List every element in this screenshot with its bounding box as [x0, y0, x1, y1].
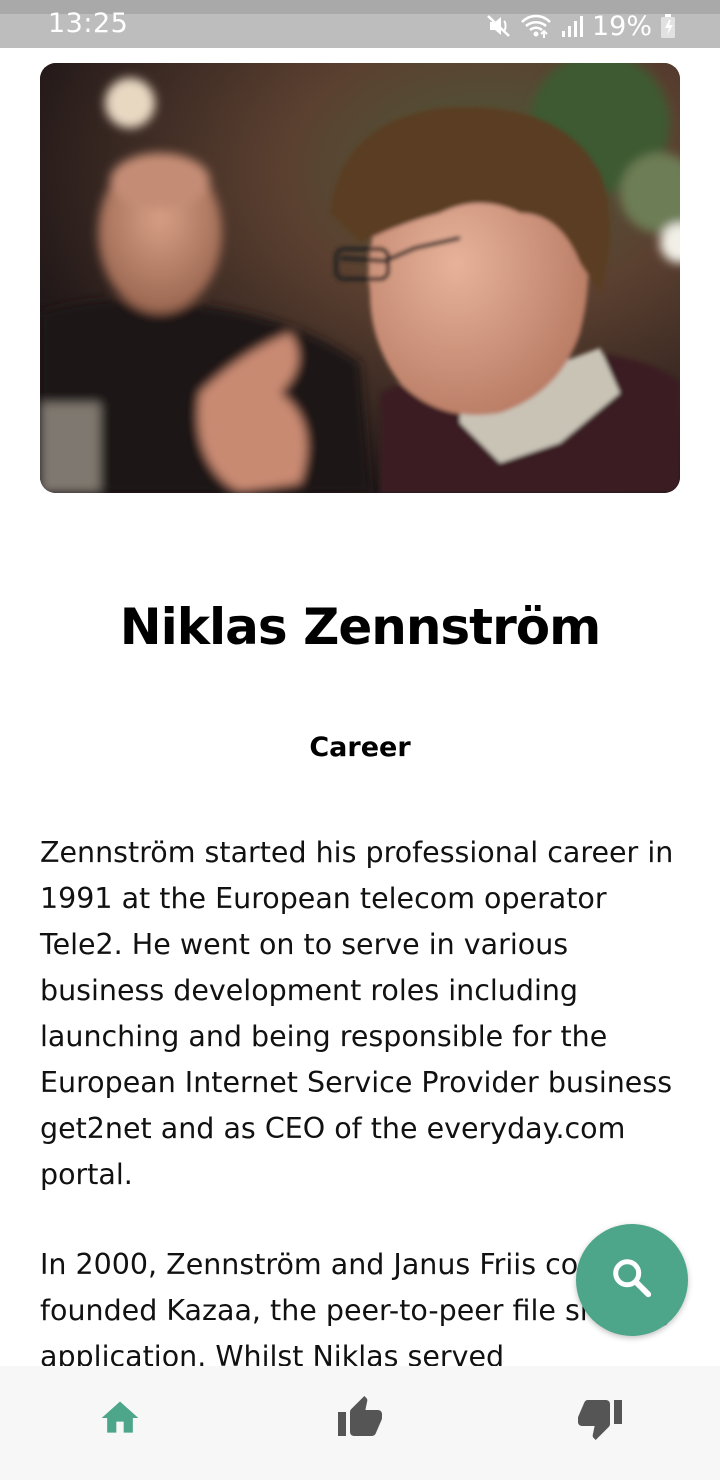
thumbs-up-icon: [336, 1394, 384, 1447]
profile-photo: [40, 63, 680, 493]
search-icon: [609, 1255, 655, 1306]
search-button[interactable]: [576, 1224, 688, 1336]
signal-icon: [560, 13, 584, 39]
bio-paragraph: Zennström started his professional caree…: [40, 836, 674, 1191]
nav-liked[interactable]: [240, 1366, 480, 1480]
status-bar: 13:25 19%: [0, 0, 720, 48]
person-name: Niklas Zennström: [119, 598, 601, 656]
battery-percent: 19%: [591, 10, 652, 42]
status-icons: 19%: [486, 8, 676, 44]
nav-home[interactable]: [0, 1366, 240, 1480]
bio-text: Zennström started his professional caree…: [40, 830, 680, 1424]
section-title: Career: [309, 732, 411, 763]
home-icon: [98, 1396, 142, 1445]
status-time: 13:25: [48, 8, 129, 39]
nav-disliked[interactable]: [480, 1366, 720, 1480]
thumbs-down-icon: [576, 1394, 624, 1447]
wifi-icon: [520, 13, 552, 39]
bottom-navigation: [0, 1366, 720, 1480]
mute-icon: [486, 13, 512, 39]
battery-charging-icon: [660, 13, 676, 39]
